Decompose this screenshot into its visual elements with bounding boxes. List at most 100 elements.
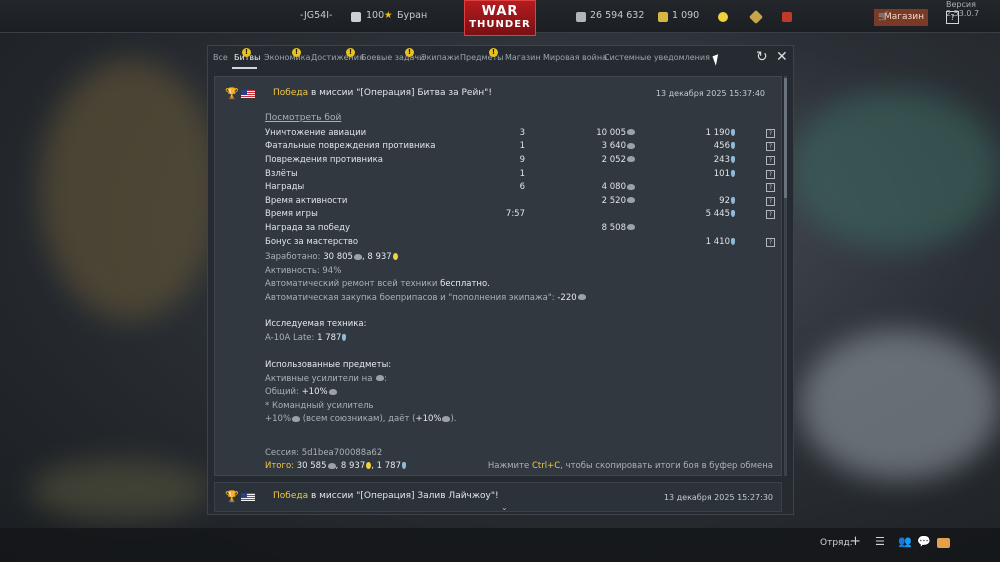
reward-sl-value: 8 508	[601, 222, 626, 233]
player-name[interactable]: Буран	[397, 10, 427, 21]
reward-name-value: Фатальные повреждения противника	[265, 141, 436, 152]
reward-sl-value: 4 080	[601, 182, 626, 193]
help-icon[interactable]: ?	[766, 155, 775, 165]
tab-battles[interactable]: ! Битвы	[234, 48, 260, 62]
reward-help: ?	[735, 167, 775, 181]
golden-eagles-balance[interactable]: 1 090	[672, 10, 699, 21]
copy-key: Ctrl+C	[531, 461, 561, 471]
scrollbar-thumb[interactable]	[784, 78, 787, 198]
refresh-icon[interactable]: ↻	[756, 49, 768, 65]
reward-rp: 1 190	[635, 126, 735, 140]
reward-sl	[525, 167, 635, 181]
silver-lions-icon	[376, 375, 385, 381]
trophy-icon: 🏆	[225, 490, 239, 503]
mission-title: Победа в миссии "[Операция] Залив Лайчжо…	[273, 491, 499, 501]
mail-icon[interactable]	[937, 538, 950, 548]
reward-help: ?	[735, 235, 775, 249]
silver-lions-icon	[576, 12, 586, 22]
items-title: Использованные предметы:	[265, 360, 392, 370]
reward-help	[735, 221, 775, 235]
reward-rp	[635, 180, 735, 194]
warning-icon: !	[242, 48, 251, 57]
tab-achievements[interactable]: ! Достижения	[311, 48, 364, 62]
reward-name-value: Взлёты	[265, 168, 298, 179]
help-icon[interactable]: ?	[766, 196, 775, 206]
reward-rp-value: 92	[719, 195, 730, 206]
tab-all[interactable]: Все	[213, 53, 228, 62]
help-icon[interactable]: ?	[766, 210, 775, 220]
reward-name-value: Повреждения противника	[265, 154, 383, 165]
silver-lions-icon	[627, 142, 635, 149]
scrollbar[interactable]	[784, 76, 787, 476]
tab-system-notifications[interactable]: Системные уведомления	[604, 53, 710, 62]
tab-battle-tasks[interactable]: ! Боевые задачи	[361, 48, 424, 62]
copy-hint: Нажмите Ctrl+C, чтобы скопировать итоги …	[488, 461, 773, 471]
tab-shop[interactable]: Магазин	[505, 53, 541, 62]
contacts-icon[interactable]: 👥	[898, 535, 912, 548]
gift-icon[interactable]	[782, 12, 792, 22]
reward-name-value: Уничтожение авиации	[265, 127, 367, 138]
tab-items[interactable]: ! Предметы	[460, 48, 503, 62]
help-icon[interactable]: ?	[766, 142, 775, 152]
shop-button[interactable]: 🛒 Магазин	[874, 9, 928, 26]
help-icon[interactable]: ?	[766, 128, 775, 138]
reward-row: Уничтожение авиации 3 10 005 1 190?	[265, 126, 775, 140]
reward-sl-value: 10 005	[596, 127, 626, 138]
tab-economy[interactable]: ! Экономика	[264, 48, 311, 62]
reward-sl	[525, 208, 635, 222]
reward-rp-value: 5 445	[705, 209, 730, 220]
research-value: 1 787	[317, 332, 342, 343]
reward-sl-value: 3 640	[601, 141, 626, 152]
reward-count: 3	[470, 126, 525, 140]
tab-label: Магазин	[505, 53, 541, 62]
reward-count: 9	[470, 153, 525, 167]
help-icon[interactable]: ?	[766, 237, 775, 247]
help-icon[interactable]: ?	[766, 169, 775, 179]
reward-count-value: 9	[519, 154, 525, 165]
tab-crews[interactable]: Экипажи	[421, 53, 459, 62]
reward-rp-value: 243	[713, 154, 730, 165]
reward-row: Бонус за мастерство 1 410?	[265, 235, 775, 249]
premium-icon[interactable]	[748, 9, 764, 25]
lightbulb-icon[interactable]	[718, 12, 728, 22]
battle-result-card-collapsed[interactable]: 🏆 Победа в миссии "[Операция] Залив Лайч…	[214, 482, 782, 512]
reward-sl: 2 052	[525, 153, 635, 167]
help-icon[interactable]: ?	[766, 183, 775, 193]
close-icon[interactable]: ✕	[776, 49, 788, 65]
total-rp: 8 937	[340, 461, 366, 471]
copy-prefix: Нажмите	[487, 461, 532, 471]
chat-icon[interactable]: 💬	[917, 535, 931, 548]
reward-row: Взлёты 1 101?	[265, 167, 775, 181]
silver-lions-icon	[327, 462, 336, 469]
shop-label: Магазин	[883, 12, 924, 22]
chevron-down-icon[interactable]: ⌄	[501, 503, 508, 512]
tab-label: Экономика	[264, 53, 311, 62]
reward-rp-value: 1 190	[705, 127, 730, 138]
tab-world-war[interactable]: Мировая война	[543, 53, 607, 62]
notifications-window: Все ! Битвы ! Экономика ! Достижения ! Боевы…	[207, 45, 794, 515]
silver-lions-icon	[627, 129, 635, 136]
research-points-icon	[731, 237, 735, 245]
general-booster-line: Общий: +10%	[265, 386, 457, 400]
earned-rp: 8 937	[367, 252, 392, 262]
reward-help: ?	[735, 126, 775, 140]
usa-flag-icon	[241, 493, 255, 501]
mission-title: Победа в миссии "[Операция] Битва за Рей…	[273, 88, 492, 98]
clan-tag: -JG54I-	[300, 10, 333, 21]
repair-value: бесплатно.	[440, 279, 490, 289]
view-battle-link[interactable]: Посмотреть бой	[265, 113, 341, 123]
reward-rp: 456	[635, 140, 735, 154]
earned-sl: 30 805	[323, 252, 353, 262]
profile-avatar-icon[interactable]	[351, 12, 361, 22]
reward-sl	[525, 235, 635, 249]
reward-sl-value: 2 520	[601, 195, 626, 206]
rank-badge: 100	[366, 10, 385, 21]
add-squad-icon[interactable]: +	[850, 534, 861, 549]
list-icon[interactable]: ☰	[875, 535, 885, 548]
battle-result-header[interactable]: 🏆 Победа в миссии "[Операция] Битва за Р…	[225, 87, 773, 101]
reward-count: 1	[470, 167, 525, 181]
bottom-bar: Отряд: + ☰ 👥 💬	[0, 528, 1000, 562]
copy-suffix: , чтобы скопировать итоги боя в буфер об…	[560, 461, 773, 471]
research-title: Исследуемая техника:	[265, 319, 367, 329]
commander-value: +10%	[415, 414, 442, 424]
